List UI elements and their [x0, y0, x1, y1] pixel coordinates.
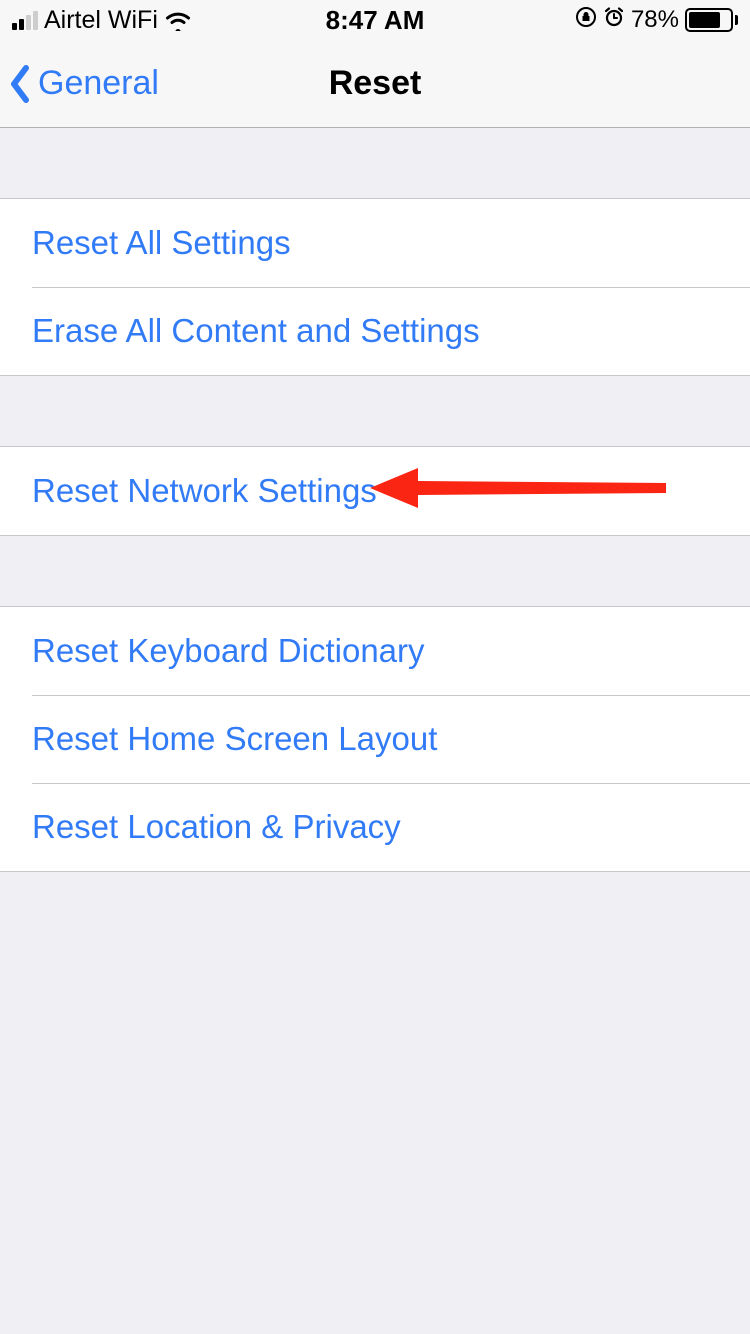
row-reset-all-settings[interactable]: Reset All Settings [0, 199, 750, 287]
row-reset-home-screen-layout[interactable]: Reset Home Screen Layout [0, 695, 750, 783]
row-label: Reset Keyboard Dictionary [32, 632, 425, 670]
status-left: Airtel WiFi [12, 6, 192, 35]
back-button[interactable]: General [8, 64, 159, 104]
status-bar: Airtel WiFi 8:47 AM 78% [0, 0, 750, 40]
chevron-left-icon [8, 64, 32, 104]
group-2: Reset Network Settings [0, 446, 750, 536]
row-label: Reset All Settings [32, 224, 291, 262]
group-3: Reset Keyboard Dictionary Reset Home Scr… [0, 606, 750, 872]
row-reset-location-privacy[interactable]: Reset Location & Privacy [0, 783, 750, 871]
orientation-lock-icon [575, 6, 597, 35]
page-title: Reset [329, 64, 422, 103]
battery-percentage: 78% [631, 6, 679, 34]
row-label: Reset Location & Privacy [32, 808, 401, 846]
cellular-signal-icon [12, 10, 38, 30]
status-time: 8:47 AM [326, 5, 425, 36]
carrier-label: Airtel WiFi [44, 6, 158, 35]
row-reset-network-settings[interactable]: Reset Network Settings [0, 447, 750, 535]
navigation-bar: General Reset [0, 40, 750, 128]
settings-content: Reset All Settings Erase All Content and… [0, 128, 750, 872]
row-label: Erase All Content and Settings [32, 312, 480, 350]
battery-icon [685, 8, 738, 32]
row-label: Reset Home Screen Layout [32, 720, 437, 758]
back-label: General [38, 64, 159, 103]
row-label: Reset Network Settings [32, 472, 377, 510]
row-erase-all-content[interactable]: Erase All Content and Settings [0, 287, 750, 375]
group-1: Reset All Settings Erase All Content and… [0, 198, 750, 376]
status-right: 78% [575, 6, 738, 35]
wifi-icon [164, 9, 192, 31]
alarm-icon [603, 6, 625, 35]
row-reset-keyboard-dictionary[interactable]: Reset Keyboard Dictionary [0, 607, 750, 695]
